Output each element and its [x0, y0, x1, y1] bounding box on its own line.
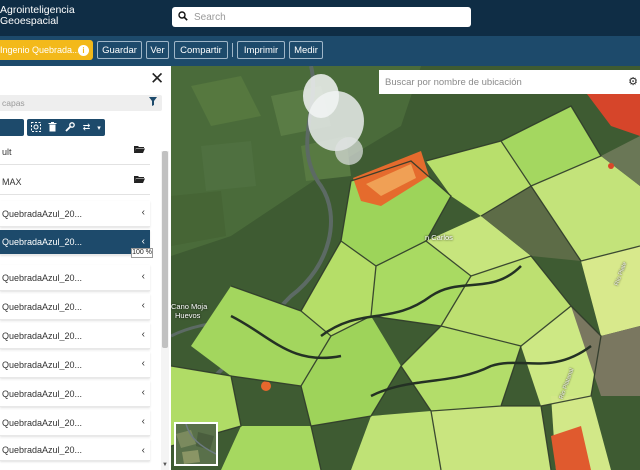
- basemap-switcher[interactable]: [174, 422, 218, 466]
- layer-filter-input[interactable]: capas: [0, 95, 162, 111]
- layer-row[interactable]: QuebradaAzul_20... ‹: [0, 323, 150, 349]
- share-button[interactable]: Compartir: [174, 41, 228, 59]
- layer-row[interactable]: QuebradaAzul_20... ‹: [0, 352, 150, 378]
- layer-row[interactable]: QuebradaAzul_20... ‹: [0, 410, 150, 436]
- zoom-to-layer-icon[interactable]: [27, 121, 44, 134]
- map-canvas[interactable]: [171, 66, 640, 470]
- layer-group-row[interactable]: ult: [0, 139, 150, 165]
- swap-icon[interactable]: ⇄: [78, 122, 95, 133]
- scrollbar-thumb[interactable]: [162, 151, 168, 348]
- layer-row[interactable]: QuebradaAzul_20... ‹: [0, 439, 150, 461]
- scene-selector[interactable]: Ingenio Quebrada... i: [0, 40, 93, 60]
- chevron-left-icon[interactable]: ‹: [142, 207, 145, 218]
- map-place-label: Huevos: [175, 311, 201, 320]
- layer-row[interactable]: QuebradaAzul_20... ‹: [0, 201, 150, 227]
- trash-icon[interactable]: [44, 121, 61, 134]
- brand-logo-text[interactable]: Agrointeligencia Geoespacial: [0, 5, 75, 27]
- layer-row[interactable]: QuebradaAzul_20... ‹: [0, 294, 150, 320]
- basemap-thumbnail: [176, 424, 216, 464]
- close-icon[interactable]: ✕: [150, 69, 164, 89]
- layer-filter-placeholder: capas: [2, 98, 25, 108]
- layer-label: QuebradaAzul_20...: [2, 359, 83, 370]
- print-button[interactable]: Imprimir: [237, 41, 285, 59]
- layers-panel: ✕ capas ⇄ ▾ ult MAX QuebradaAzul_20... ‹…: [0, 66, 171, 470]
- global-search[interactable]: [172, 7, 471, 27]
- folder-open-icon[interactable]: [134, 175, 145, 187]
- wrench-icon[interactable]: [61, 121, 78, 134]
- chevron-down-icon[interactable]: ▾: [95, 124, 103, 132]
- layer-label: QuebradaAzul_20...: [2, 417, 83, 428]
- layer-label: QuebradaAzul_20...: [2, 388, 83, 399]
- layer-label: QuebradaAzul_20...: [2, 208, 83, 219]
- scroll-down-icon[interactable]: ▼: [162, 462, 168, 468]
- map-view[interactable]: ⚙ n Carlos Cano Moja Huevos Río Plate Ri…: [171, 66, 640, 470]
- layer-label: QuebradaAzul_20...: [2, 444, 83, 455]
- gear-icon[interactable]: ⚙: [628, 75, 638, 88]
- filter-icon[interactable]: [149, 97, 157, 108]
- location-search[interactable]: ⚙: [379, 70, 640, 94]
- layer-list-scrollbar[interactable]: ▼: [161, 151, 169, 470]
- layer-tools: ⇄ ▾: [27, 119, 105, 136]
- scene-label: Ingenio Quebrada...: [0, 45, 78, 55]
- view-button[interactable]: Ver: [146, 41, 169, 59]
- location-search-input[interactable]: [385, 76, 615, 88]
- app-header: Agrointeligencia Geoespacial: [0, 0, 640, 36]
- layer-tool-collapse[interactable]: [0, 119, 24, 136]
- chevron-left-icon[interactable]: ‹: [142, 329, 145, 340]
- chevron-left-icon[interactable]: ‹: [142, 416, 145, 427]
- chevron-left-icon[interactable]: ‹: [142, 387, 145, 398]
- map-place-label: n Carlos: [425, 233, 453, 242]
- brand-line-2: Geoespacial: [0, 15, 59, 27]
- info-icon[interactable]: i: [78, 44, 89, 56]
- chevron-left-icon[interactable]: ‹: [142, 236, 145, 247]
- layer-label: QuebradaAzul_20...: [2, 330, 83, 341]
- layer-opacity-slider[interactable]: [0, 251, 131, 254]
- measure-button[interactable]: Medir: [289, 41, 323, 59]
- chevron-left-icon[interactable]: ‹: [142, 445, 145, 456]
- folder-open-icon[interactable]: [134, 145, 145, 157]
- layer-opacity-value: 100 %: [131, 248, 153, 258]
- layer-row[interactable]: QuebradaAzul_20... ‹: [0, 381, 150, 407]
- layer-label: QuebradaAzul_20...: [2, 301, 83, 312]
- layer-row[interactable]: QuebradaAzul_20... ‹: [0, 265, 150, 291]
- global-search-input[interactable]: [194, 11, 454, 23]
- layer-label: QuebradaAzul_20...: [2, 272, 83, 283]
- chevron-left-icon[interactable]: ‹: [142, 358, 145, 369]
- toolbar-divider: [232, 43, 233, 57]
- layer-label: QuebradaAzul_20...: [2, 237, 83, 247]
- layer-group-label: MAX: [2, 176, 22, 187]
- save-button[interactable]: Guardar: [97, 41, 142, 59]
- map-place-label: Cano Moja: [171, 302, 208, 311]
- layer-group-label: ult: [2, 146, 12, 157]
- chevron-left-icon[interactable]: ‹: [142, 271, 145, 282]
- layer-group-row[interactable]: MAX: [0, 169, 150, 195]
- chevron-left-icon[interactable]: ‹: [142, 300, 145, 311]
- search-icon: [172, 10, 194, 24]
- main-toolbar: Ingenio Quebrada... i Guardar Ver Compar…: [0, 36, 640, 66]
